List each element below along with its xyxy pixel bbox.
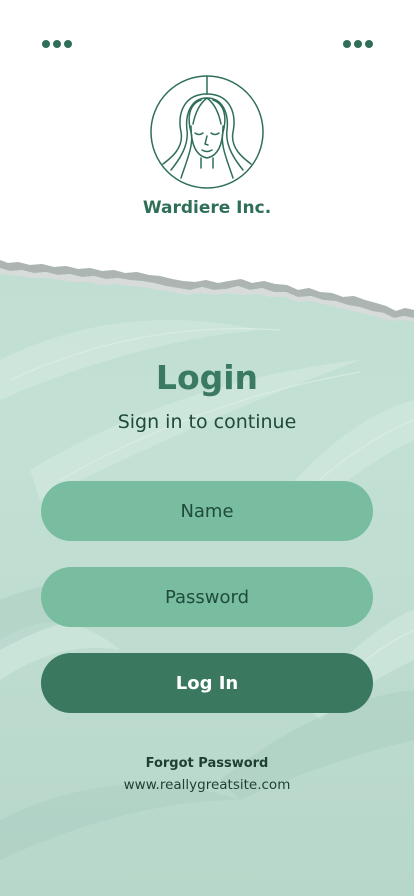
page-subtitle: Sign in to continue: [117, 411, 297, 433]
company-name: Wardiere Inc.: [142, 198, 272, 218]
right-more-dots-icon[interactable]: [343, 40, 373, 48]
dot: [42, 40, 50, 48]
password-input[interactable]: [41, 567, 373, 627]
login-screen: Wardiere Inc. Login Sign in to continue …: [0, 0, 414, 896]
page-title: Login: [155, 358, 259, 397]
login-button[interactable]: Log In: [41, 653, 373, 713]
dot: [354, 40, 362, 48]
website-url: www.reallygreatsite.com: [123, 777, 291, 793]
dot: [53, 40, 61, 48]
dot: [343, 40, 351, 48]
left-more-dots-icon[interactable]: [42, 40, 72, 48]
dot: [64, 40, 72, 48]
dot: [365, 40, 373, 48]
woman-face-logo-icon: [150, 75, 264, 189]
name-input[interactable]: [41, 481, 373, 541]
forgot-password-link[interactable]: Forgot Password: [0, 756, 414, 771]
